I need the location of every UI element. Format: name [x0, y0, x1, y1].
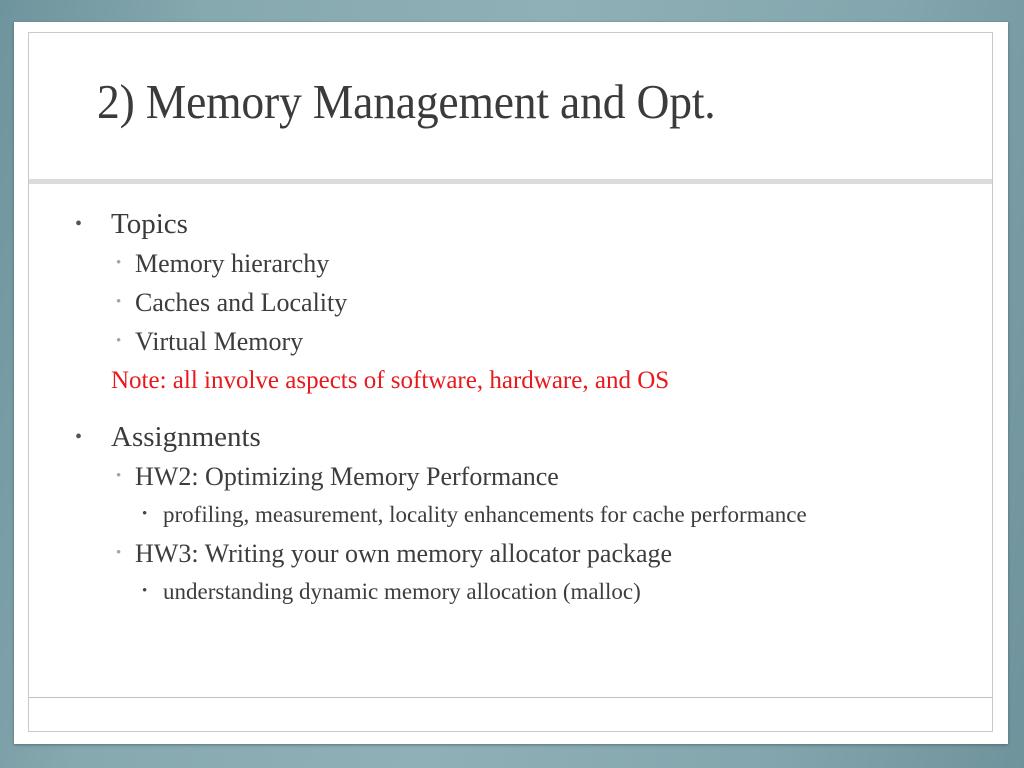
- note-text: Note: all involve aspects of software, h…: [111, 367, 670, 394]
- bullet-text: Virtual Memory: [135, 327, 304, 356]
- bullet-item-level2: • Memory hierarchy: [29, 244, 992, 283]
- bullet-glyph-icon: •: [142, 506, 148, 522]
- bullet-item-level2: • Caches and Locality: [29, 283, 992, 322]
- bullet-text: Memory hierarchy: [135, 249, 330, 278]
- bullet-text: Caches and Locality: [135, 288, 348, 317]
- bullet-item-level3: • profiling, measurement, locality enhan…: [29, 496, 992, 534]
- bullet-glyph-icon: •: [75, 213, 83, 235]
- bullet-glyph-icon: •: [116, 255, 122, 271]
- note-line-red: Note: all involve aspects of software, h…: [29, 361, 992, 401]
- bullet-glyph-icon: •: [116, 294, 122, 310]
- bullet-item-level3: • understanding dynamic memory allocatio…: [29, 573, 992, 611]
- bullet-text: Topics: [111, 208, 188, 240]
- bullet-glyph-icon: •: [116, 333, 122, 349]
- slide-frame: 2) Memory Management and Opt. • Topics •…: [14, 22, 1008, 744]
- bullet-text: Assignments: [111, 421, 261, 453]
- bullet-glyph-icon: •: [116, 468, 122, 484]
- title-zone: 2) Memory Management and Opt.: [29, 33, 992, 179]
- page-title: 2) Memory Management and Opt.: [97, 74, 716, 129]
- bullet-text: HW2: Optimizing Memory Performance: [135, 462, 559, 491]
- bullet-glyph-icon: •: [116, 545, 122, 561]
- bullet-item-level2: • HW2: Optimizing Memory Performance: [29, 457, 992, 496]
- bullet-item-level2: • HW3: Writing your own memory allocator…: [29, 534, 992, 573]
- bullet-glyph-icon: •: [75, 426, 83, 448]
- bullet-item-level2: • Virtual Memory: [29, 322, 992, 361]
- slide-canvas: 2) Memory Management and Opt. • Topics •…: [28, 32, 993, 732]
- bullet-text: understanding dynamic memory allocation …: [163, 579, 641, 604]
- bullet-glyph-icon: •: [142, 583, 148, 599]
- bullet-text: profiling, measurement, locality enhance…: [163, 502, 807, 527]
- bullet-item-level1: • Assignments: [29, 417, 992, 457]
- bullet-text: HW3: Writing your own memory allocator p…: [135, 539, 673, 568]
- slide-footer: [29, 698, 992, 731]
- slide-body: • Topics • Memory hierarchy • Caches and…: [29, 184, 992, 697]
- bullet-item-level1: • Topics: [29, 204, 992, 244]
